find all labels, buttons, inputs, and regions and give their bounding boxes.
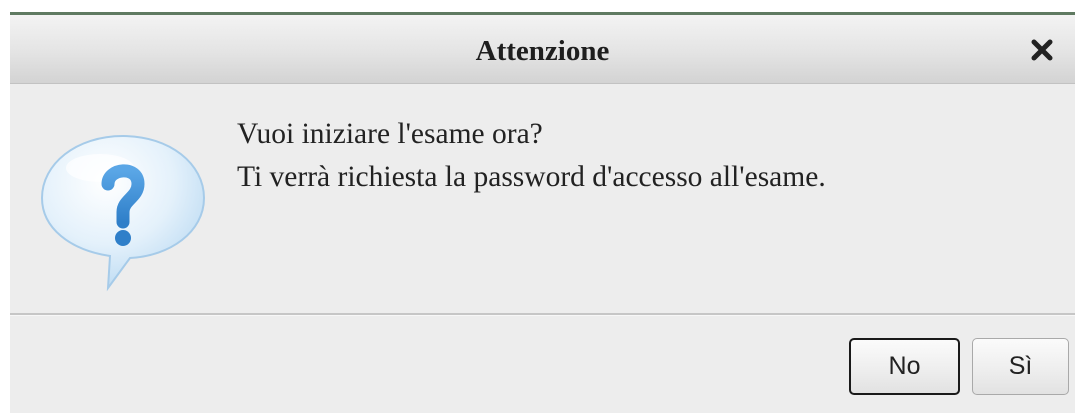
confirm-dialog: Attenzione Vuoi iniziare l'esame ora? Ti… xyxy=(10,12,1075,413)
no-button[interactable]: No xyxy=(849,338,960,395)
dialog-content: Vuoi iniziare l'esame ora? Ti verrà rich… xyxy=(10,84,1075,313)
dialog-message: Vuoi iniziare l'esame ora? Ti verrà rich… xyxy=(237,113,826,199)
close-icon[interactable] xyxy=(1029,37,1055,63)
question-icon xyxy=(40,134,206,292)
message-line-2: Ti verrà richiesta la password d'accesso… xyxy=(237,161,826,193)
dialog-button-pane: No Sì xyxy=(10,316,1075,413)
message-line-1: Vuoi iniziare l'esame ora? xyxy=(237,118,543,150)
dialog-title: Attenzione xyxy=(475,35,610,67)
dialog-titlebar[interactable]: Attenzione xyxy=(10,15,1075,84)
si-button[interactable]: Sì xyxy=(972,338,1069,395)
